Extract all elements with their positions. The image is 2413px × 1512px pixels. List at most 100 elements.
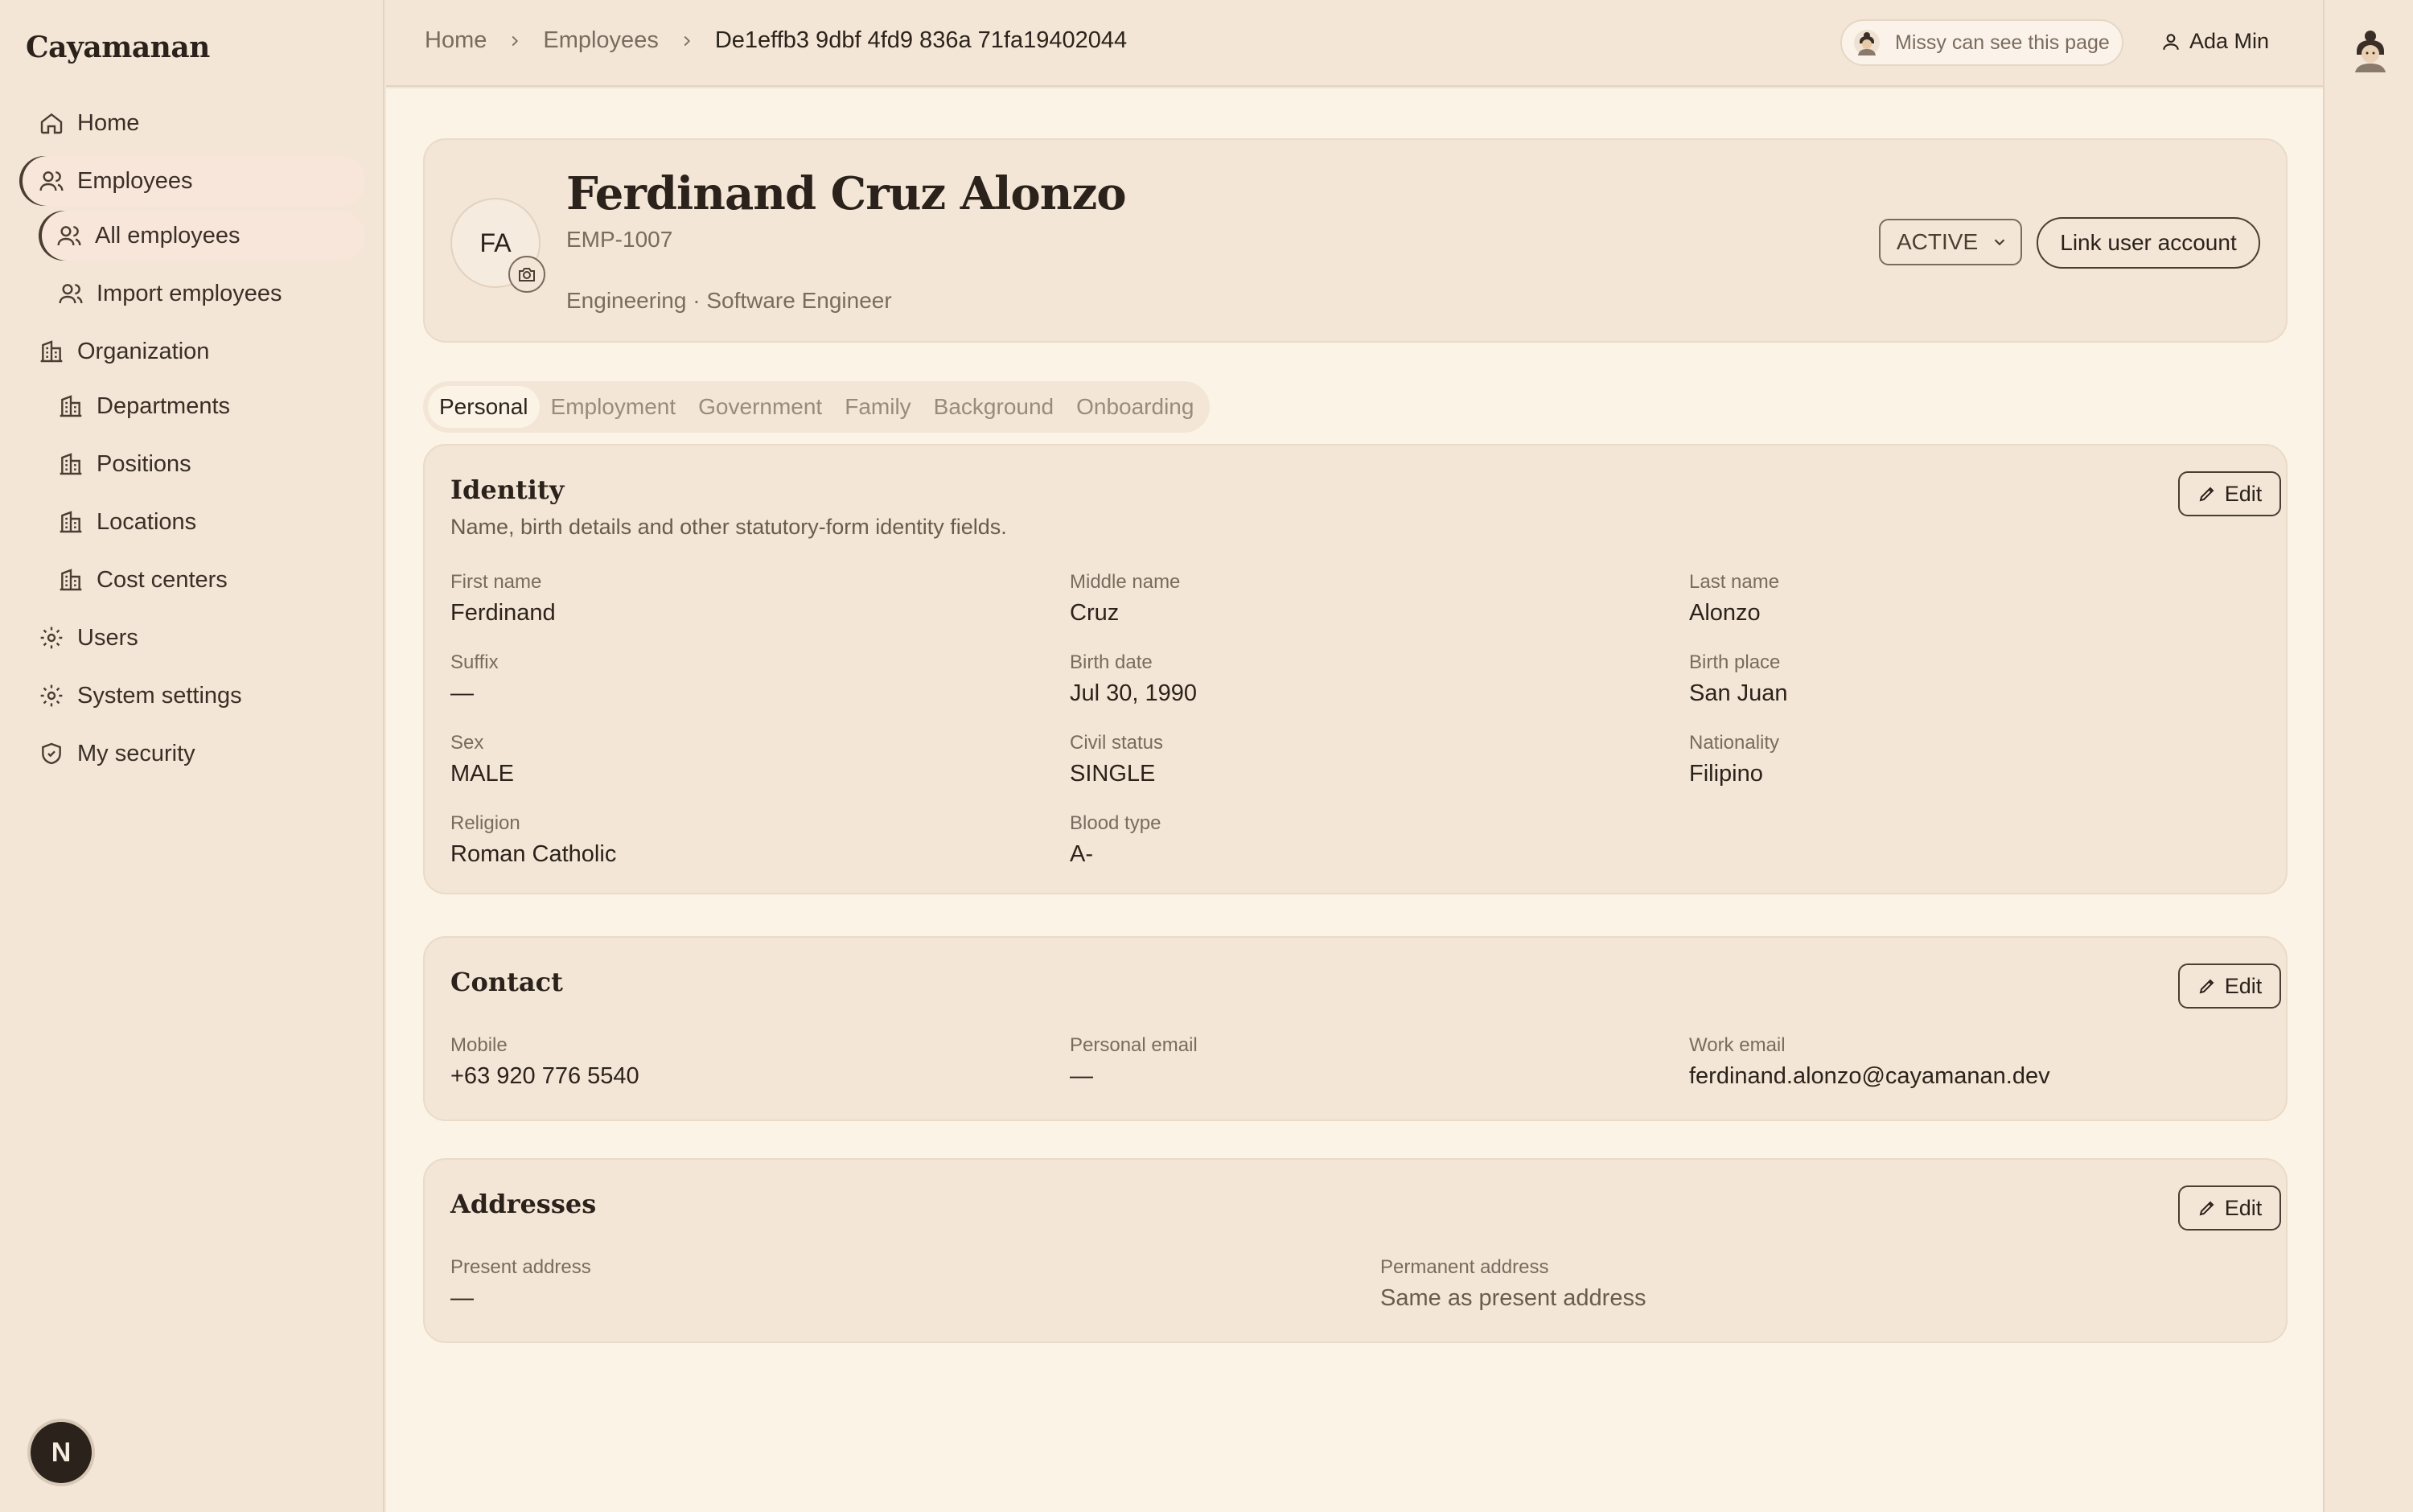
field-label: Work email (1689, 1034, 1786, 1056)
upload-photo-button[interactable] (508, 256, 545, 293)
section-title: Addresses (450, 1189, 597, 1219)
field-value: — (450, 680, 474, 706)
topbar: Home Employees De1effb3 9dbf 4fd9 836a 7… (386, 0, 2323, 87)
users-icon (59, 284, 83, 304)
chevron-down-icon (1994, 239, 2005, 246)
field-permanent-address: Permanent address Same as present addres… (1380, 1256, 1646, 1312)
brand-logo[interactable]: Cayamanan (26, 31, 210, 64)
field-value: Filipino (1689, 761, 1763, 787)
right-rail (2323, 0, 2413, 1512)
pencil-icon (2199, 979, 2214, 994)
field-label: Suffix (450, 651, 499, 673)
edit-contact-button[interactable]: Edit (2178, 963, 2281, 1009)
users-icon (39, 171, 64, 191)
sidebar-item-all-employees[interactable]: All employees (39, 211, 365, 261)
field-religion: Religion Roman Catholic (450, 812, 616, 868)
sidebar-item-organization[interactable]: Organization (39, 327, 364, 376)
sidebar-item-label: All employees (95, 222, 240, 249)
sidebar-item-label: Cost centers (97, 566, 228, 593)
building-icon (60, 511, 82, 533)
employee-code: EMP-1007 (566, 227, 673, 252)
field-blood-type: Blood type A- (1070, 812, 1161, 868)
tab-onboarding[interactable]: Onboarding (1065, 386, 1205, 428)
sidebar-item-home[interactable]: Home (34, 98, 364, 148)
edit-label: Edit (2224, 973, 2263, 998)
sidebar-item-my-security[interactable]: My security (39, 729, 364, 779)
sidebar-item-label: System settings (77, 682, 242, 709)
identity-card: Identity Name, birth details and other s… (423, 444, 2288, 894)
field-value: — (450, 1285, 474, 1311)
dev-tools-badge[interactable]: N (31, 1422, 92, 1483)
page-visibility-pill[interactable]: Missy can see this page (1840, 19, 2123, 66)
user-name: Ada Min (2189, 29, 2270, 53)
field-value: Jul 30, 1990 (1070, 680, 1198, 706)
users-icon (57, 226, 81, 246)
employee-role: Engineering · Software Engineer (566, 288, 892, 313)
tab-government[interactable]: Government (687, 386, 833, 428)
chevron-right-icon (512, 35, 519, 46)
building-icon (60, 569, 82, 591)
sidebar-item-locations[interactable]: Locations (58, 497, 364, 547)
missy-avatar-icon (1854, 30, 1880, 55)
field-sex: Sex MALE (450, 732, 514, 787)
field-label: Civil status (1070, 732, 1164, 754)
visibility-label: Missy can see this page (1895, 31, 2110, 54)
breadcrumb-current: De1effb3 9dbf 4fd9 836a 71fa19402044 (714, 27, 1128, 53)
sidebar-item-users[interactable]: Users (39, 613, 364, 663)
sidebar-item-label: Departments (97, 392, 231, 419)
assistant-avatar-icon[interactable] (2352, 29, 2389, 72)
employee-name: Ferdinand Cruz Alonzo (566, 167, 1127, 220)
gear-icon (40, 627, 63, 649)
section-description: Name, birth details and other statutory-… (450, 515, 1007, 539)
sidebar: Cayamanan Home Employees All employees I… (0, 0, 384, 1512)
field-value: Ferdinand (450, 600, 556, 626)
sidebar-item-label: Organization (77, 338, 210, 364)
tab-employment[interactable]: Employment (540, 386, 688, 428)
edit-label: Edit (2224, 481, 2263, 506)
field-label: Birth place (1689, 651, 1781, 673)
field-label: Mobile (450, 1034, 508, 1056)
sidebar-item-import-employees[interactable]: Import employees (58, 269, 364, 318)
employee-header-card: FA Ferdinand Cruz Alonzo EMP-1007 Engine… (423, 138, 2288, 343)
edit-addresses-button[interactable]: Edit (2178, 1185, 2281, 1231)
field-suffix: Suffix — (450, 651, 499, 707)
sidebar-item-system-settings[interactable]: System settings (39, 671, 364, 721)
breadcrumb-home[interactable]: Home (425, 27, 487, 54)
sidebar-item-label: My security (77, 740, 195, 766)
field-value: +63 920 776 5540 (450, 1063, 639, 1089)
contact-card: Contact Edit Mobile +63 920 776 5540 Per… (423, 936, 2288, 1121)
field-personal-email: Personal email — (1070, 1034, 1198, 1090)
tab-background[interactable]: Background (923, 386, 1065, 428)
field-label: Sex (450, 732, 484, 754)
status-select[interactable]: ACTIVE (1879, 219, 2022, 265)
field-present-address: Present address — (450, 1256, 591, 1312)
section-title: Identity (450, 475, 565, 505)
tab-personal[interactable]: Personal (428, 386, 540, 428)
sidebar-item-departments[interactable]: Departments (58, 381, 364, 431)
user-menu-button[interactable]: Ada Min (2160, 29, 2269, 54)
breadcrumb-employees[interactable]: Employees (543, 27, 658, 54)
sidebar-item-employees[interactable]: Employees (19, 156, 365, 206)
field-value: Alonzo (1689, 600, 1761, 626)
field-work-email: Work email ferdinand.alonzo@cayamanan.de… (1689, 1034, 2050, 1090)
field-mobile: Mobile +63 920 776 5540 (450, 1034, 639, 1090)
field-value: MALE (450, 761, 514, 787)
sidebar-item-label: Locations (97, 508, 197, 535)
tab-family[interactable]: Family (833, 386, 922, 428)
field-label: Personal email (1070, 1034, 1198, 1056)
edit-label: Edit (2224, 1195, 2263, 1220)
field-value: Roman Catholic (450, 841, 617, 867)
main-content: FA Ferdinand Cruz Alonzo EMP-1007 Engine… (386, 88, 2323, 1512)
sidebar-item-cost-centers[interactable]: Cost centers (58, 555, 364, 605)
field-birth-place: Birth place San Juan (1689, 651, 1788, 707)
edit-identity-button[interactable]: Edit (2178, 471, 2281, 516)
field-label: Birth date (1070, 651, 1153, 673)
building-icon (40, 340, 63, 363)
sidebar-item-label: Home (77, 109, 140, 136)
sidebar-item-positions[interactable]: Positions (58, 439, 364, 489)
field-label: Present address (450, 1256, 591, 1278)
field-value: San Juan (1689, 680, 1788, 706)
field-label: Permanent address (1380, 1256, 1549, 1278)
link-user-account-button[interactable]: Link user account (2037, 217, 2260, 269)
field-value: Same as present address (1380, 1285, 1646, 1311)
